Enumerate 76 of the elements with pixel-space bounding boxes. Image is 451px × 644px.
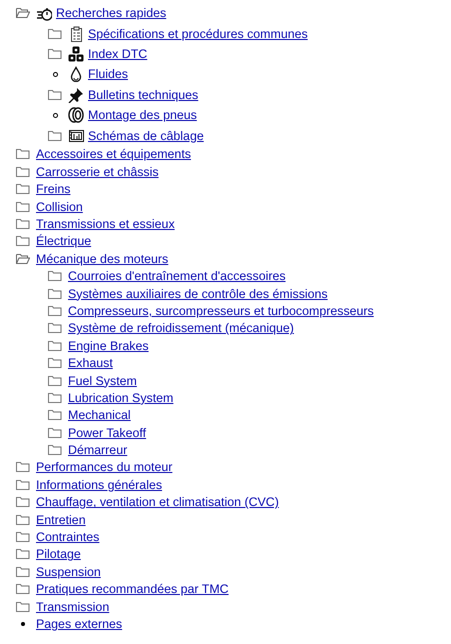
tree-link[interactable]: Collision xyxy=(36,200,83,214)
tree-link[interactable]: Pilotage xyxy=(36,547,81,562)
tree-link[interactable]: Mécanique des moteurs xyxy=(36,252,168,266)
folder-icon[interactable] xyxy=(16,166,30,178)
open-folder-icon[interactable] xyxy=(16,7,30,20)
folder-icon[interactable] xyxy=(48,48,62,60)
folder-icon[interactable] xyxy=(48,409,62,422)
folder-icon[interactable] xyxy=(48,392,62,404)
tree-link[interactable]: Spécifications et procédures communes xyxy=(88,26,308,41)
open-folder-icon[interactable] xyxy=(16,252,30,265)
tree-link[interactable]: Suspension xyxy=(36,564,101,579)
tree-link[interactable]: Recherches rapides xyxy=(56,6,166,20)
tree-link[interactable]: Fluides xyxy=(88,67,128,82)
pin-icon xyxy=(68,86,84,103)
tree-link[interactable]: Compresseurs, surcompresseurs et turbocompresseurs xyxy=(68,304,374,318)
tree-link[interactable]: Lubrication System xyxy=(68,390,174,405)
tree-link[interactable]: Électrique xyxy=(36,234,92,248)
tree-link[interactable]: Accessoires et équipements xyxy=(36,147,191,162)
folder-icon[interactable] xyxy=(16,478,30,491)
tree-link[interactable]: Informations générales xyxy=(36,478,162,492)
folder-icon[interactable] xyxy=(48,304,62,317)
folder-icon[interactable] xyxy=(16,600,30,613)
tree-link[interactable]: Systèmes auxiliaires de contrôle des émissions xyxy=(68,286,328,301)
blocks-icon xyxy=(68,46,84,62)
tree-link[interactable]: Mechanical xyxy=(68,408,131,422)
folder-icon[interactable] xyxy=(48,28,62,40)
tree-link[interactable]: Montage des pneus xyxy=(88,108,197,122)
tree-link[interactable]: Exhaust xyxy=(68,356,113,370)
clipboard-icon xyxy=(68,26,84,42)
tree-link[interactable]: Transmissions et essieux xyxy=(36,216,175,231)
folder-icon[interactable] xyxy=(16,235,30,248)
tree-link[interactable]: Chauffage, ventilation et climatisation (CVC) xyxy=(36,495,279,510)
tree-link[interactable]: Pages externes xyxy=(36,616,122,631)
folder-icon[interactable] xyxy=(16,183,30,196)
folder-icon[interactable] xyxy=(16,200,30,213)
folder-icon[interactable] xyxy=(48,270,62,282)
tire-icon xyxy=(68,107,84,124)
folder-icon[interactable] xyxy=(16,531,30,544)
folder-icon[interactable] xyxy=(48,88,62,101)
wiring-diagram-icon xyxy=(68,128,84,144)
folder-icon[interactable] xyxy=(16,566,30,578)
tree-link[interactable]: Bulletins techniques xyxy=(88,88,198,102)
tree-link[interactable]: Transmission xyxy=(36,600,110,614)
tree-link[interactable]: Entretien xyxy=(36,512,86,527)
folder-icon[interactable] xyxy=(16,496,30,508)
tree-link[interactable]: Courroies d'entraînement d'accessoires xyxy=(68,269,286,284)
tree-link[interactable]: Schémas de câblage xyxy=(88,128,204,143)
folder-icon[interactable] xyxy=(48,374,62,386)
tree-link[interactable]: Pratiques recommandées par TMC xyxy=(36,582,229,596)
tree-link[interactable]: Démarreur xyxy=(68,443,128,458)
tree-link[interactable]: Index DTC xyxy=(88,46,148,61)
tree-link[interactable]: Système de refroidissement (mécanique) xyxy=(68,321,294,336)
folder-icon[interactable] xyxy=(48,444,62,456)
tree-link[interactable]: Performances du moteur xyxy=(36,460,172,474)
folder-icon[interactable] xyxy=(48,357,62,370)
folder-icon[interactable] xyxy=(48,426,62,439)
tree-link[interactable]: Carrosserie et châssis xyxy=(36,164,159,179)
folder-icon[interactable] xyxy=(16,514,30,526)
drop-icon xyxy=(68,66,84,82)
bullet-icon xyxy=(52,72,58,77)
tree-link[interactable]: Engine Brakes xyxy=(68,338,149,353)
folder-icon[interactable] xyxy=(16,148,30,160)
bullet-icon xyxy=(21,622,25,626)
tree-link[interactable]: Freins xyxy=(36,182,70,196)
folder-icon[interactable] xyxy=(48,288,62,300)
folder-icon[interactable] xyxy=(16,218,30,230)
tree-link[interactable]: Power Takeoff xyxy=(68,426,146,440)
folder-icon[interactable] xyxy=(16,583,30,596)
folder-icon[interactable] xyxy=(48,340,62,352)
folder-icon[interactable] xyxy=(16,461,30,474)
folder-icon[interactable] xyxy=(16,548,30,560)
bullet-icon xyxy=(52,112,58,118)
tree-link[interactable]: Contraintes xyxy=(36,530,100,544)
tree-link[interactable]: Fuel System xyxy=(68,374,137,388)
folder-icon[interactable] xyxy=(48,322,62,334)
folder-icon[interactable] xyxy=(48,130,62,142)
